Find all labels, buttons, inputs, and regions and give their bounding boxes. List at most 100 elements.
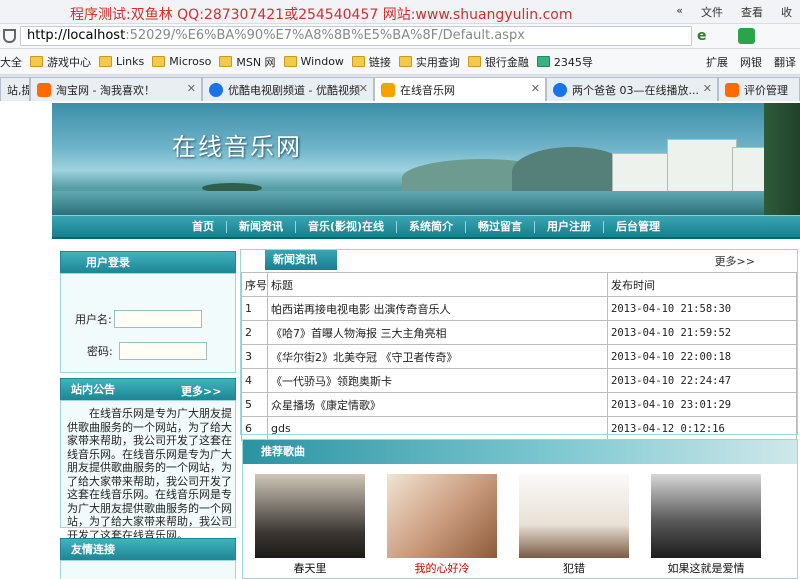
bookmark-item[interactable]: 链接: [351, 54, 391, 70]
url-input[interactable]: http://localhost:52029/%E6%BA%90%E7%A8%8…: [20, 26, 692, 46]
nav-about[interactable]: 系统简介: [396, 220, 465, 233]
row-index: 4: [241, 368, 268, 393]
taobao-icon: [725, 82, 739, 97]
site-title: 在线音乐网: [172, 133, 302, 161]
nav-music[interactable]: 音乐(影视)在线: [294, 220, 396, 233]
play-icon: [553, 82, 567, 97]
news-title-link[interactable]: 《哈7》首曝人物海报 三大主角亮相: [267, 320, 608, 345]
song-title[interactable]: 我的心好冷: [387, 560, 497, 576]
folder-icon: [30, 56, 43, 67]
notice-text: 在线音乐网是专为广大朋友提供歌曲服务的一个网站，为了给大家带来帮助，我公司开发了…: [67, 407, 232, 542]
password-input[interactable]: [118, 342, 207, 360]
password-label: 密码:: [87, 345, 113, 358]
folder-icon: [219, 56, 233, 67]
song-card[interactable]: [519, 474, 629, 558]
news-title-link[interactable]: 帕西诺再接电视电影 出演传奇音乐人: [267, 296, 608, 321]
nav-guestbook[interactable]: 畅过留言: [465, 220, 534, 233]
2345-icon: [536, 56, 550, 67]
page-content: 在线音乐网 首页 新闻资讯 音乐(影视)在线 系统简介 畅过留言 用户注册 后台…: [0, 101, 800, 579]
row-index: 2: [241, 320, 268, 345]
watermark-text: 程序测试:双鱼林 QQ:287307421或254540457 网站:www.s…: [70, 7, 573, 23]
nav-home[interactable]: 首页: [180, 220, 226, 233]
search-icon[interactable]: [738, 28, 755, 44]
song-title[interactable]: 如果这就是爱情: [651, 560, 761, 576]
tab-partial[interactable]: 站,提...: [0, 77, 30, 101]
folder-icon: [351, 56, 365, 67]
tab-youku[interactable]: 优酷电视剧频道 - 优酷视频 ✕: [202, 77, 374, 101]
translate-button[interactable]: 翻译: [774, 54, 796, 70]
nav-admin[interactable]: 后台管理: [603, 220, 672, 233]
column-header: 发布时间: [607, 272, 797, 297]
column-header: 标题: [267, 272, 608, 297]
tab-review[interactable]: 评价管理: [718, 77, 800, 101]
song-card[interactable]: [255, 474, 365, 558]
news-more-link[interactable]: 更多>>: [715, 253, 755, 269]
news-title-link[interactable]: 《华尔街2》北美夺冠 《守卫者传奇》: [267, 344, 608, 369]
username-input[interactable]: [113, 310, 202, 328]
news-date: 2013-04-10 21:58:30: [607, 296, 797, 321]
song-card[interactable]: [387, 474, 497, 558]
tab-video[interactable]: 两个爸爸 03—在线播放... ✕: [546, 77, 718, 101]
row-index: 6: [241, 416, 268, 441]
notice-more-link[interactable]: 更多>>: [181, 383, 221, 399]
table-row: 3 《华尔街2》北美夺冠 《守卫者传奇》 2013-04-10 22:00:18: [241, 344, 797, 369]
bookmark-item[interactable]: Microso: [152, 55, 211, 68]
table-row: 4 《一代骄马》领跑奥斯卡 2013-04-10 22:24:47: [241, 368, 797, 393]
tab-music-site[interactable]: 在线音乐网 ✕: [374, 77, 546, 101]
bookmark-item[interactable]: Window: [283, 55, 344, 68]
menu-favorites[interactable]: 收: [781, 4, 792, 20]
bookmark-item[interactable]: 大全: [0, 54, 22, 70]
chevron-icon[interactable]: «: [676, 4, 683, 20]
bookmarks-bar: 大全 游戏中心 Links Microso MSN 网 Window 链接 实用…: [0, 49, 800, 75]
news-title-link[interactable]: gds: [267, 416, 608, 441]
news-tab[interactable]: 新闻资讯: [265, 250, 337, 270]
song-title[interactable]: 春天里: [255, 560, 365, 576]
menu-view[interactable]: 查看: [741, 4, 763, 20]
nav-news[interactable]: 新闻资讯: [225, 220, 295, 233]
bookmark-item[interactable]: 银行金融: [467, 54, 529, 70]
close-icon[interactable]: ✕: [703, 82, 712, 95]
close-icon[interactable]: ✕: [531, 82, 540, 95]
bookmark-item[interactable]: 游戏中心: [30, 54, 91, 70]
notice-panel: 在线音乐网是专为广大朋友提供歌曲服务的一个网站，为了给大家带来帮助，我公司开发了…: [60, 400, 236, 542]
table-row: 5 众星播场《康定情歌》 2013-04-10 23:01:29: [241, 392, 797, 417]
close-icon[interactable]: ✕: [359, 82, 368, 95]
table-row: 2 《哈7》首曝人物海报 三大主角亮相 2013-04-10 21:59:52: [241, 320, 797, 345]
news-date: 2013-04-12 0:12:16: [607, 416, 797, 441]
bookmark-item[interactable]: MSN 网: [219, 54, 276, 70]
site-favicon: [381, 82, 395, 97]
tab-taobao[interactable]: 淘宝网 - 淘我喜欢！ ✕: [30, 77, 202, 101]
menu-file[interactable]: 文件: [701, 4, 723, 20]
bookmark-item[interactable]: Links: [99, 55, 144, 68]
song-title[interactable]: 犯错: [519, 560, 629, 576]
news-title-link[interactable]: 众星播场《康定情歌》: [267, 392, 608, 417]
column-header: 序号: [241, 272, 268, 297]
notice-panel-header: 站内公告 更多>>: [60, 378, 236, 400]
url-host: http://localhost: [27, 28, 126, 43]
taobao-icon: [37, 82, 51, 97]
row-index: 5: [241, 392, 268, 417]
browser-engine-icon[interactable]: e: [697, 28, 707, 44]
news-date: 2013-04-10 23:01:29: [607, 392, 797, 417]
folder-icon: [283, 56, 297, 67]
bookmark-item[interactable]: 2345导: [536, 54, 593, 70]
songs-title: 推荐歌曲: [243, 440, 797, 464]
news-title-link[interactable]: 《一代骄马》领跑奥斯卡: [267, 368, 608, 393]
folder-icon: [467, 56, 481, 67]
row-index: 3: [241, 344, 268, 369]
folder-icon: [152, 56, 166, 67]
site-banner: 在线音乐网: [52, 103, 800, 215]
tab-strip: 站,提... 淘宝网 - 淘我喜欢！✕ 优酷电视剧频道 - 优酷视频✕ 在线音乐…: [0, 75, 800, 101]
song-cover: [255, 474, 365, 558]
extensions-button[interactable]: 扩展: [706, 54, 728, 70]
username-label: 用户名:: [75, 313, 112, 326]
news-date: 2013-04-10 21:59:52: [607, 320, 797, 345]
song-card[interactable]: [651, 474, 761, 558]
bookmark-item[interactable]: 实用查询: [398, 54, 460, 70]
login-panel-header: 用户登录: [60, 251, 236, 273]
nav-register[interactable]: 用户注册: [534, 220, 603, 233]
close-icon[interactable]: ✕: [187, 82, 196, 95]
ebank-button[interactable]: 网银: [740, 54, 762, 70]
folder-icon: [99, 56, 112, 67]
links-panel: [60, 560, 236, 579]
